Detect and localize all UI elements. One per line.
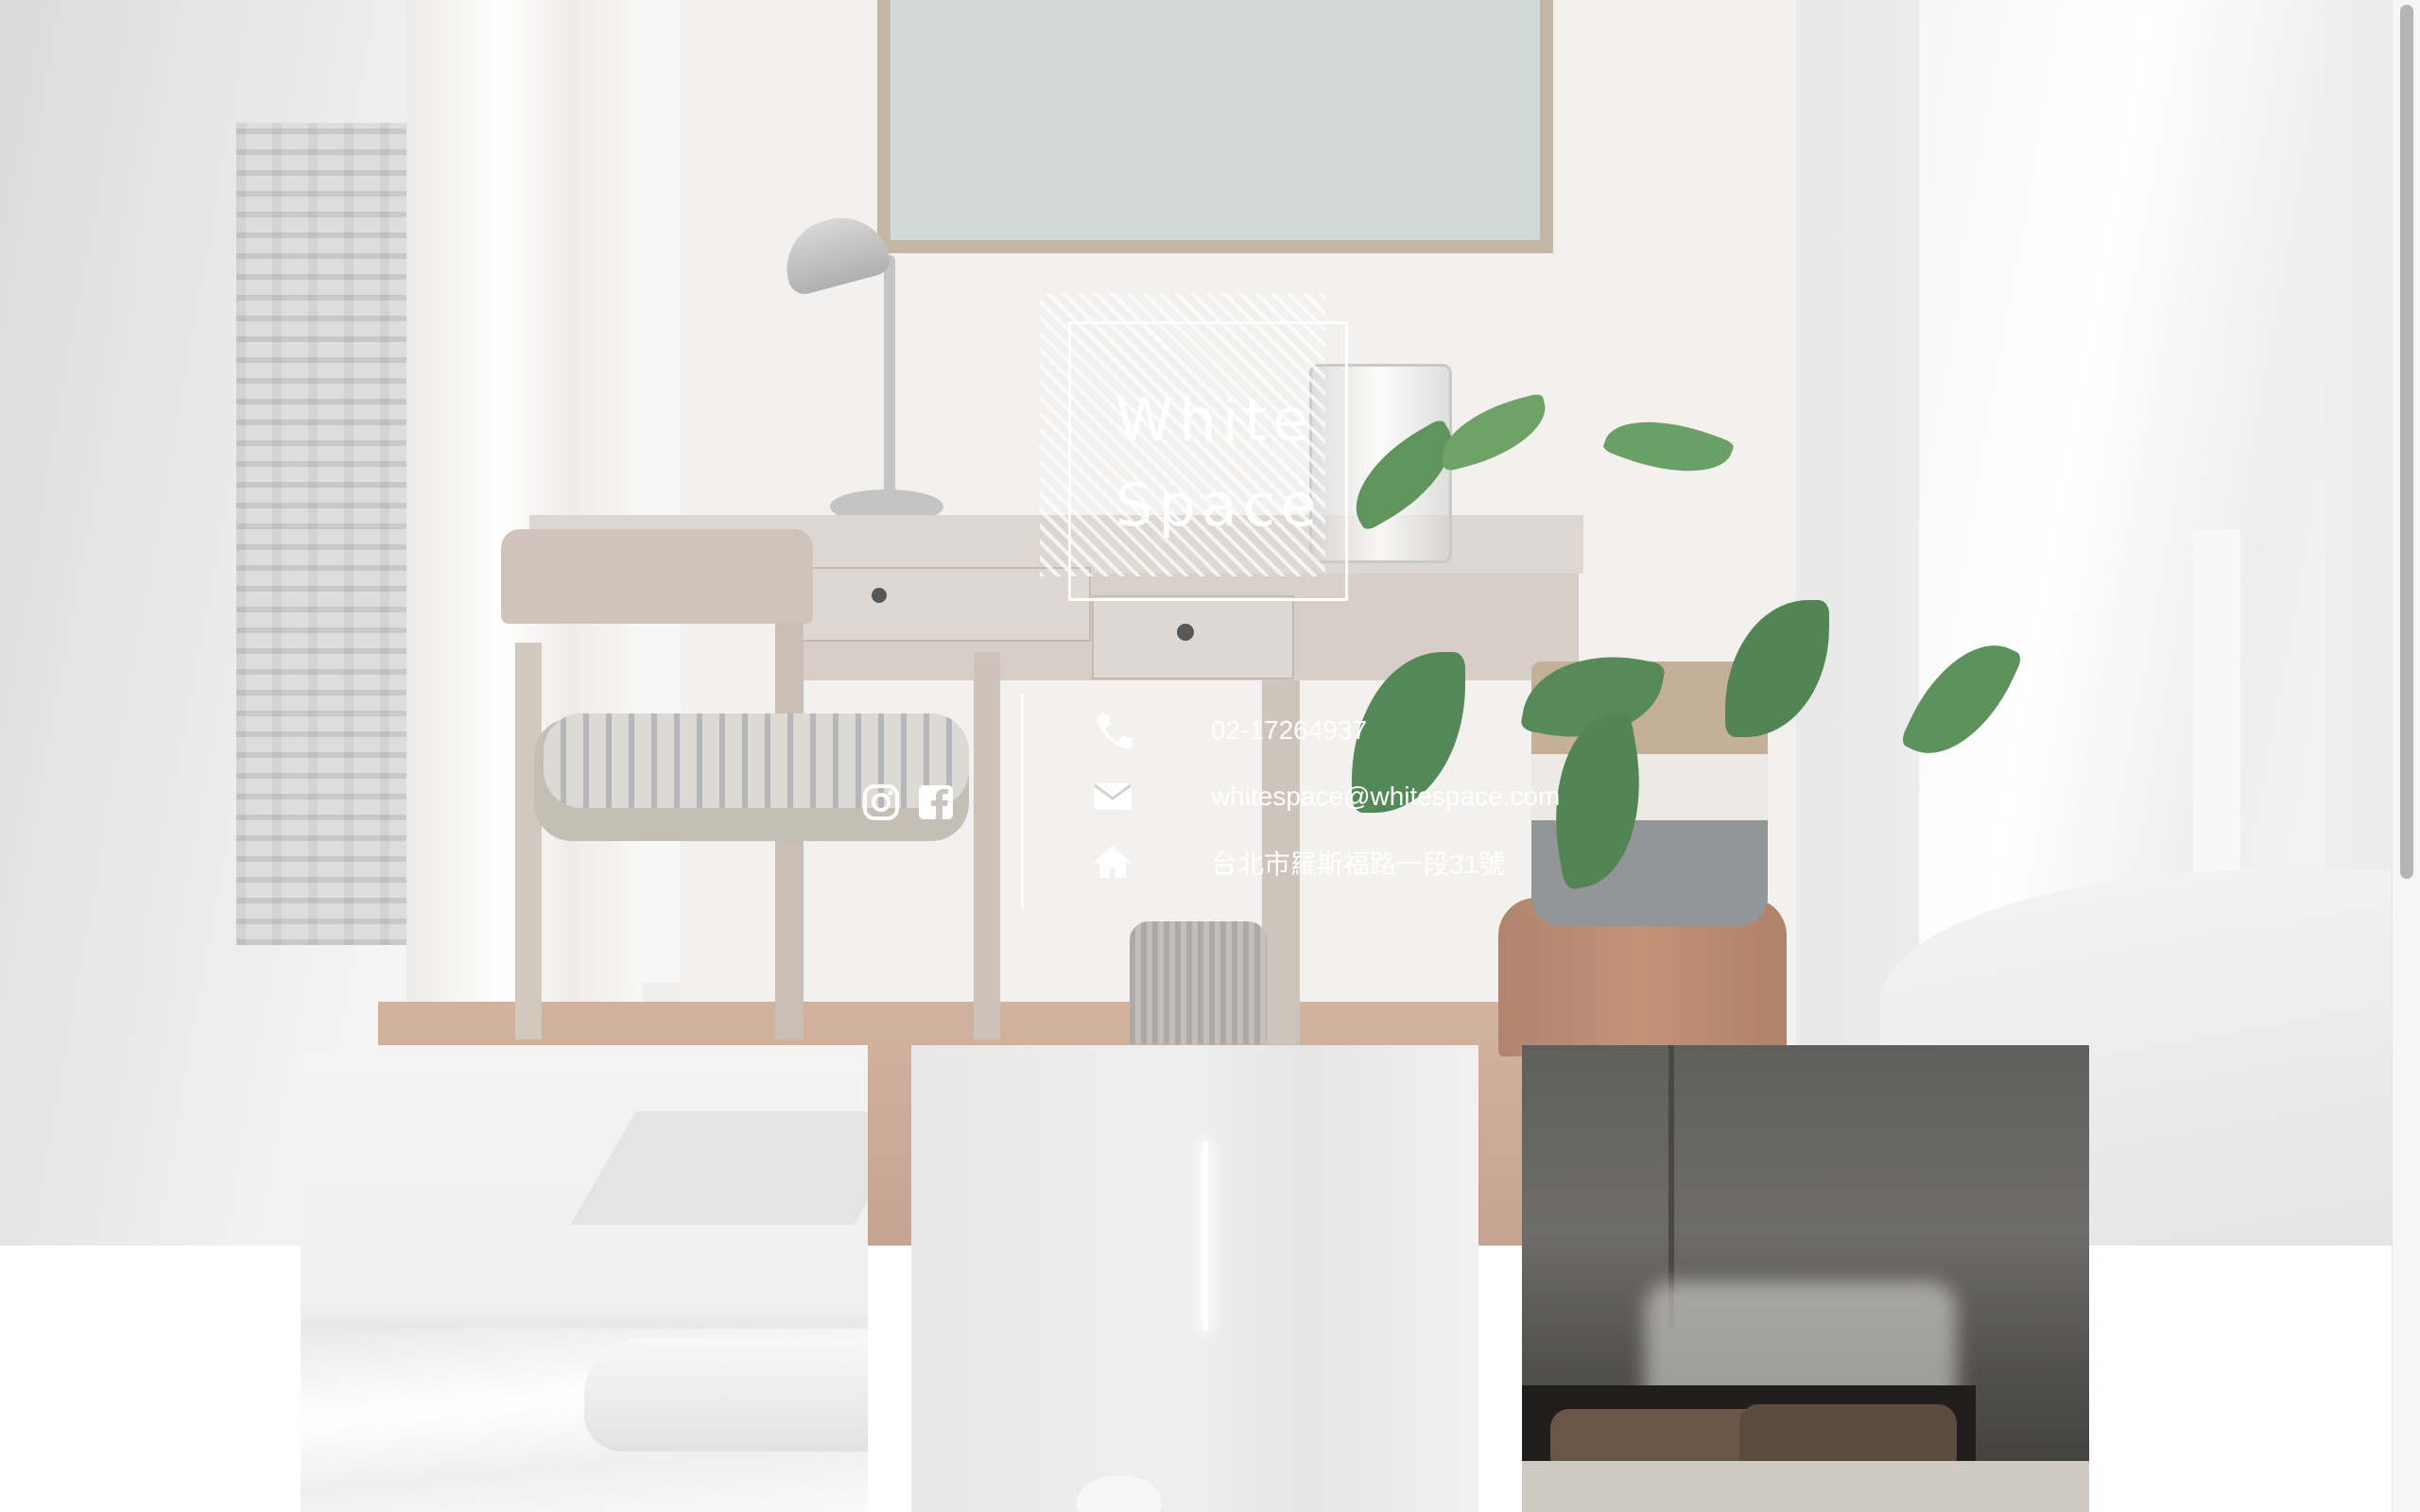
instagram-icon[interactable] [862, 783, 900, 821]
floor-object [1077, 1475, 1162, 1512]
phone-number: 02-17264937 [1211, 715, 1368, 745]
contact-email[interactable]: whitespace@whitespace.com [1092, 773, 1560, 820]
email-address: whitespace@whitespace.com [1211, 782, 1561, 811]
bed-duvet [1522, 1461, 2089, 1512]
envelope-icon [1092, 776, 1133, 817]
facebook-icon[interactable] [917, 783, 955, 821]
social-links [862, 781, 955, 824]
gallery-image-bed[interactable] [301, 1045, 868, 1512]
wall-shadow [570, 1111, 868, 1225]
contact-phone[interactable]: 02-17264937 [1092, 707, 1367, 754]
contact-address[interactable]: 台北市羅斯福路一段31號 [1092, 839, 1505, 886]
brand-logo[interactable]: White Space [1115, 378, 1322, 548]
home-icon [1092, 842, 1133, 884]
gallery-image-concrete-bedroom[interactable] [1522, 1045, 2089, 1512]
page-scrollbar[interactable] [2392, 0, 2420, 1512]
street-address: 台北市羅斯福路一段31號 [1211, 850, 1506, 879]
scrollbar-thumb[interactable] [2400, 5, 2413, 879]
phone-icon [1092, 710, 1133, 751]
contact-divider [1021, 695, 1024, 908]
brand-line-1: White [1115, 386, 1315, 455]
gallery-image-wall-light[interactable] [911, 1045, 1478, 1512]
bed-pillow [584, 1338, 868, 1452]
brand-line-2: Space [1115, 471, 1322, 540]
wall-light-strip [1202, 1142, 1208, 1331]
